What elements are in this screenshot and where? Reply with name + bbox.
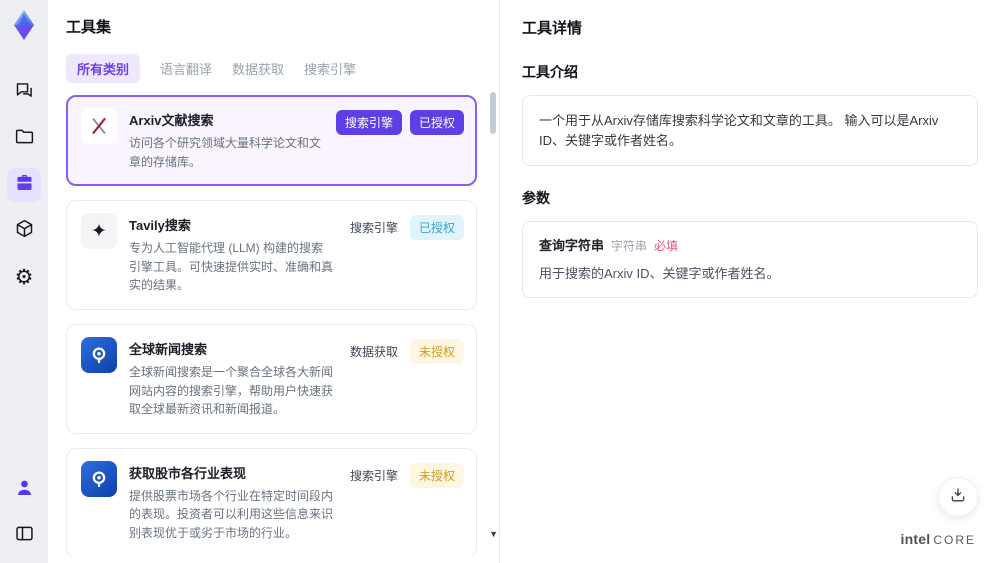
sidebar-item-chat[interactable] xyxy=(7,76,41,110)
category-badge: 搜索引擎 xyxy=(349,468,398,483)
tool-card[interactable]: 获取股市各行业表现 提供股票市场各个行业在特定时间段内的表现。投资者可以利用这些… xyxy=(66,447,477,556)
toolbox-icon xyxy=(14,172,35,198)
tool-name: 全球新闻搜索 xyxy=(129,341,208,357)
newsblue-icon xyxy=(81,336,117,373)
tool-intro-text: 一个用于从Arxiv存储库搜索科学论文和文章的工具。 输入可以是Arxiv ID… xyxy=(522,95,978,166)
tool-name: Tavily搜索 xyxy=(129,218,191,234)
tool-card[interactable]: Arxiv文献搜索 访问各个研究领域大量科学论文和文章的存储库。 搜索引擎 已授… xyxy=(66,95,477,187)
tab-all-categories[interactable]: 所有类别 xyxy=(66,54,141,83)
tool-name: 获取股市各行业表现 xyxy=(129,465,247,481)
brand-core: core xyxy=(933,533,976,547)
scrollbar[interactable]: ▼ xyxy=(489,90,498,553)
intro-heading: 工具介绍 xyxy=(522,64,578,80)
chat-icon xyxy=(14,80,35,106)
param-name: 查询字符串 xyxy=(539,238,605,253)
cube-icon xyxy=(14,218,35,244)
user-icon xyxy=(14,477,35,503)
intel-core-logo: intel core xyxy=(901,531,976,547)
tool-collection-pane: 工具集 所有类别 语言翻译 数据获取 搜索引擎 Arxiv文献搜索 访问各个研究… xyxy=(48,0,500,563)
tool-name: Arxiv文献搜索 xyxy=(129,113,214,128)
gear-icon: ⚙ xyxy=(14,265,34,289)
tool-description: 全球新闻搜索是一个聚合全球各大新闻网站内容的搜索引擎，帮助用户快速获取全球最新资… xyxy=(129,364,334,417)
param-card: 查询字符串 字符串 必填 用于搜索的Arxiv ID、关键字或作者姓名。 xyxy=(522,221,978,298)
category-tabs: 所有类别 语言翻译 数据获取 搜索引擎 xyxy=(66,54,499,83)
panel-toggle-icon xyxy=(14,523,35,549)
tool-card[interactable]: ✦ Tavily搜索 专为人工智能代理 (LLM) 构建的搜索引擎工具。可快速提… xyxy=(66,200,477,310)
auth-status-badge: 已授权 xyxy=(409,110,464,135)
tab-data-fetch[interactable]: 数据获取 xyxy=(232,54,284,83)
tool-card[interactable]: 全球新闻搜索 全球新闻搜索是一个聚合全球各大新闻网站内容的搜索引擎，帮助用户快速… xyxy=(66,323,477,434)
download-icon xyxy=(949,486,967,509)
sidebar-item-models[interactable] xyxy=(7,214,41,248)
arxiv-icon xyxy=(81,108,117,144)
tool-description: 专为人工智能代理 (LLM) 构建的搜索引擎工具。可快速提供实时、准确和真实的结… xyxy=(129,241,334,293)
tool-description: 提供股票市场各个行业在特定时间段内的表现。投资者可以利用这些信息来识别表现优于或… xyxy=(129,488,334,540)
sidebar-item-account[interactable] xyxy=(7,473,41,507)
tab-search-engine[interactable]: 搜索引擎 xyxy=(304,54,356,83)
brand-intel: intel xyxy=(900,531,931,547)
param-type: 字符串 xyxy=(611,239,648,253)
tool-description: 访问各个研究领域大量科学论文和文章的存储库。 xyxy=(129,136,322,169)
auth-status-badge: 未授权 xyxy=(409,338,464,364)
sidebar-item-panel-toggle[interactable] xyxy=(7,519,41,553)
folder-icon xyxy=(14,126,35,152)
newsblue-icon xyxy=(81,460,117,497)
param-required-badge: 必填 xyxy=(654,239,679,253)
sidebar-item-tools[interactable] xyxy=(7,168,41,202)
tool-detail-pane: 工具详情 工具介绍 一个用于从Arxiv存储库搜索科学论文和文章的工具。 输入可… xyxy=(500,0,1000,563)
auth-status-badge: 未授权 xyxy=(409,462,464,488)
auth-status-badge: 已授权 xyxy=(409,215,464,241)
app-logo-icon[interactable] xyxy=(7,8,41,42)
detail-title: 工具详情 xyxy=(522,20,583,37)
tool-list: Arxiv文献搜索 访问各个研究领域大量科学论文和文章的存储库。 搜索引擎 已授… xyxy=(66,95,499,556)
category-badge: 数据获取 xyxy=(349,344,398,359)
sidebar-item-settings[interactable]: ⚙ xyxy=(7,260,41,294)
sparkle-icon: ✦ xyxy=(81,213,117,250)
scroll-down-icon[interactable]: ▼ xyxy=(489,529,498,539)
sidebar-item-files[interactable] xyxy=(7,122,41,156)
tab-language-translation[interactable]: 语言翻译 xyxy=(160,54,212,83)
scrollbar-thumb[interactable] xyxy=(490,92,496,134)
param-description: 用于搜索的Arxiv ID、关键字或作者姓名。 xyxy=(539,266,780,281)
page-title: 工具集 xyxy=(66,19,112,36)
params-heading: 参数 xyxy=(522,190,550,206)
category-badge: 搜索引擎 xyxy=(335,110,402,135)
category-badge: 搜索引擎 xyxy=(349,221,398,236)
sidebar: ⚙ xyxy=(0,0,48,563)
download-button[interactable] xyxy=(938,477,978,517)
